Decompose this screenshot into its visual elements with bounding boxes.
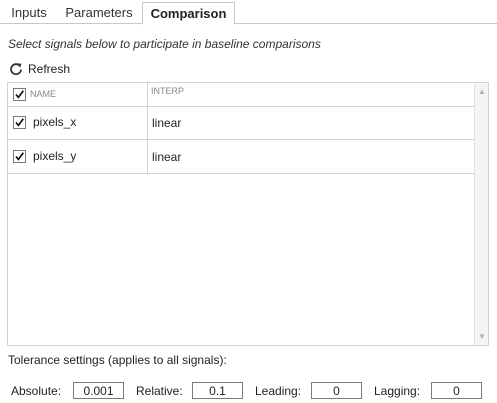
checkmark-icon	[15, 118, 24, 127]
lagging-label: Lagging:	[374, 384, 421, 398]
tab-comparison[interactable]: Comparison	[142, 2, 235, 25]
absolute-tolerance-input[interactable]	[73, 382, 124, 399]
tab-bar: Inputs Parameters Comparison	[0, 0, 497, 25]
signal-interp[interactable]: linear	[152, 150, 181, 164]
signal-name: pixels_y	[33, 149, 77, 163]
arrow-down-icon[interactable]: ▼	[478, 332, 486, 341]
table-header: NAME INTERP	[8, 83, 475, 107]
select-all-checkbox[interactable]	[13, 88, 26, 101]
refresh-icon	[10, 63, 22, 76]
row-checkbox[interactable]	[13, 150, 26, 163]
vertical-scrollbar[interactable]: ▲ ▼	[474, 83, 488, 345]
signal-name: pixels_x	[33, 115, 77, 129]
lagging-tolerance-input[interactable]	[431, 382, 482, 399]
relative-label: Relative:	[136, 384, 183, 398]
refresh-button[interactable]: Refresh	[9, 60, 70, 78]
signals-table: NAME INTERP pixels_x linear pixels_y lin…	[7, 82, 489, 346]
table-row[interactable]: pixels_x linear	[8, 106, 475, 140]
table-row[interactable]: pixels_y linear	[8, 140, 475, 174]
arrow-up-icon[interactable]: ▲	[478, 87, 486, 96]
signal-interp[interactable]: linear	[152, 116, 181, 130]
instructions-text: Select signals below to participate in b…	[8, 37, 321, 51]
tolerance-settings-label: Tolerance settings (applies to all signa…	[8, 353, 227, 367]
refresh-label: Refresh	[28, 62, 71, 76]
absolute-label: Absolute:	[11, 384, 62, 398]
row-checkbox[interactable]	[13, 116, 26, 129]
tab-inputs[interactable]: Inputs	[4, 2, 54, 24]
checkmark-icon	[15, 152, 24, 161]
leading-label: Leading:	[255, 384, 302, 398]
tab-parameters[interactable]: Parameters	[58, 2, 140, 24]
checkmark-icon	[15, 90, 24, 99]
leading-tolerance-input[interactable]	[311, 382, 362, 399]
relative-tolerance-input[interactable]	[192, 382, 243, 399]
